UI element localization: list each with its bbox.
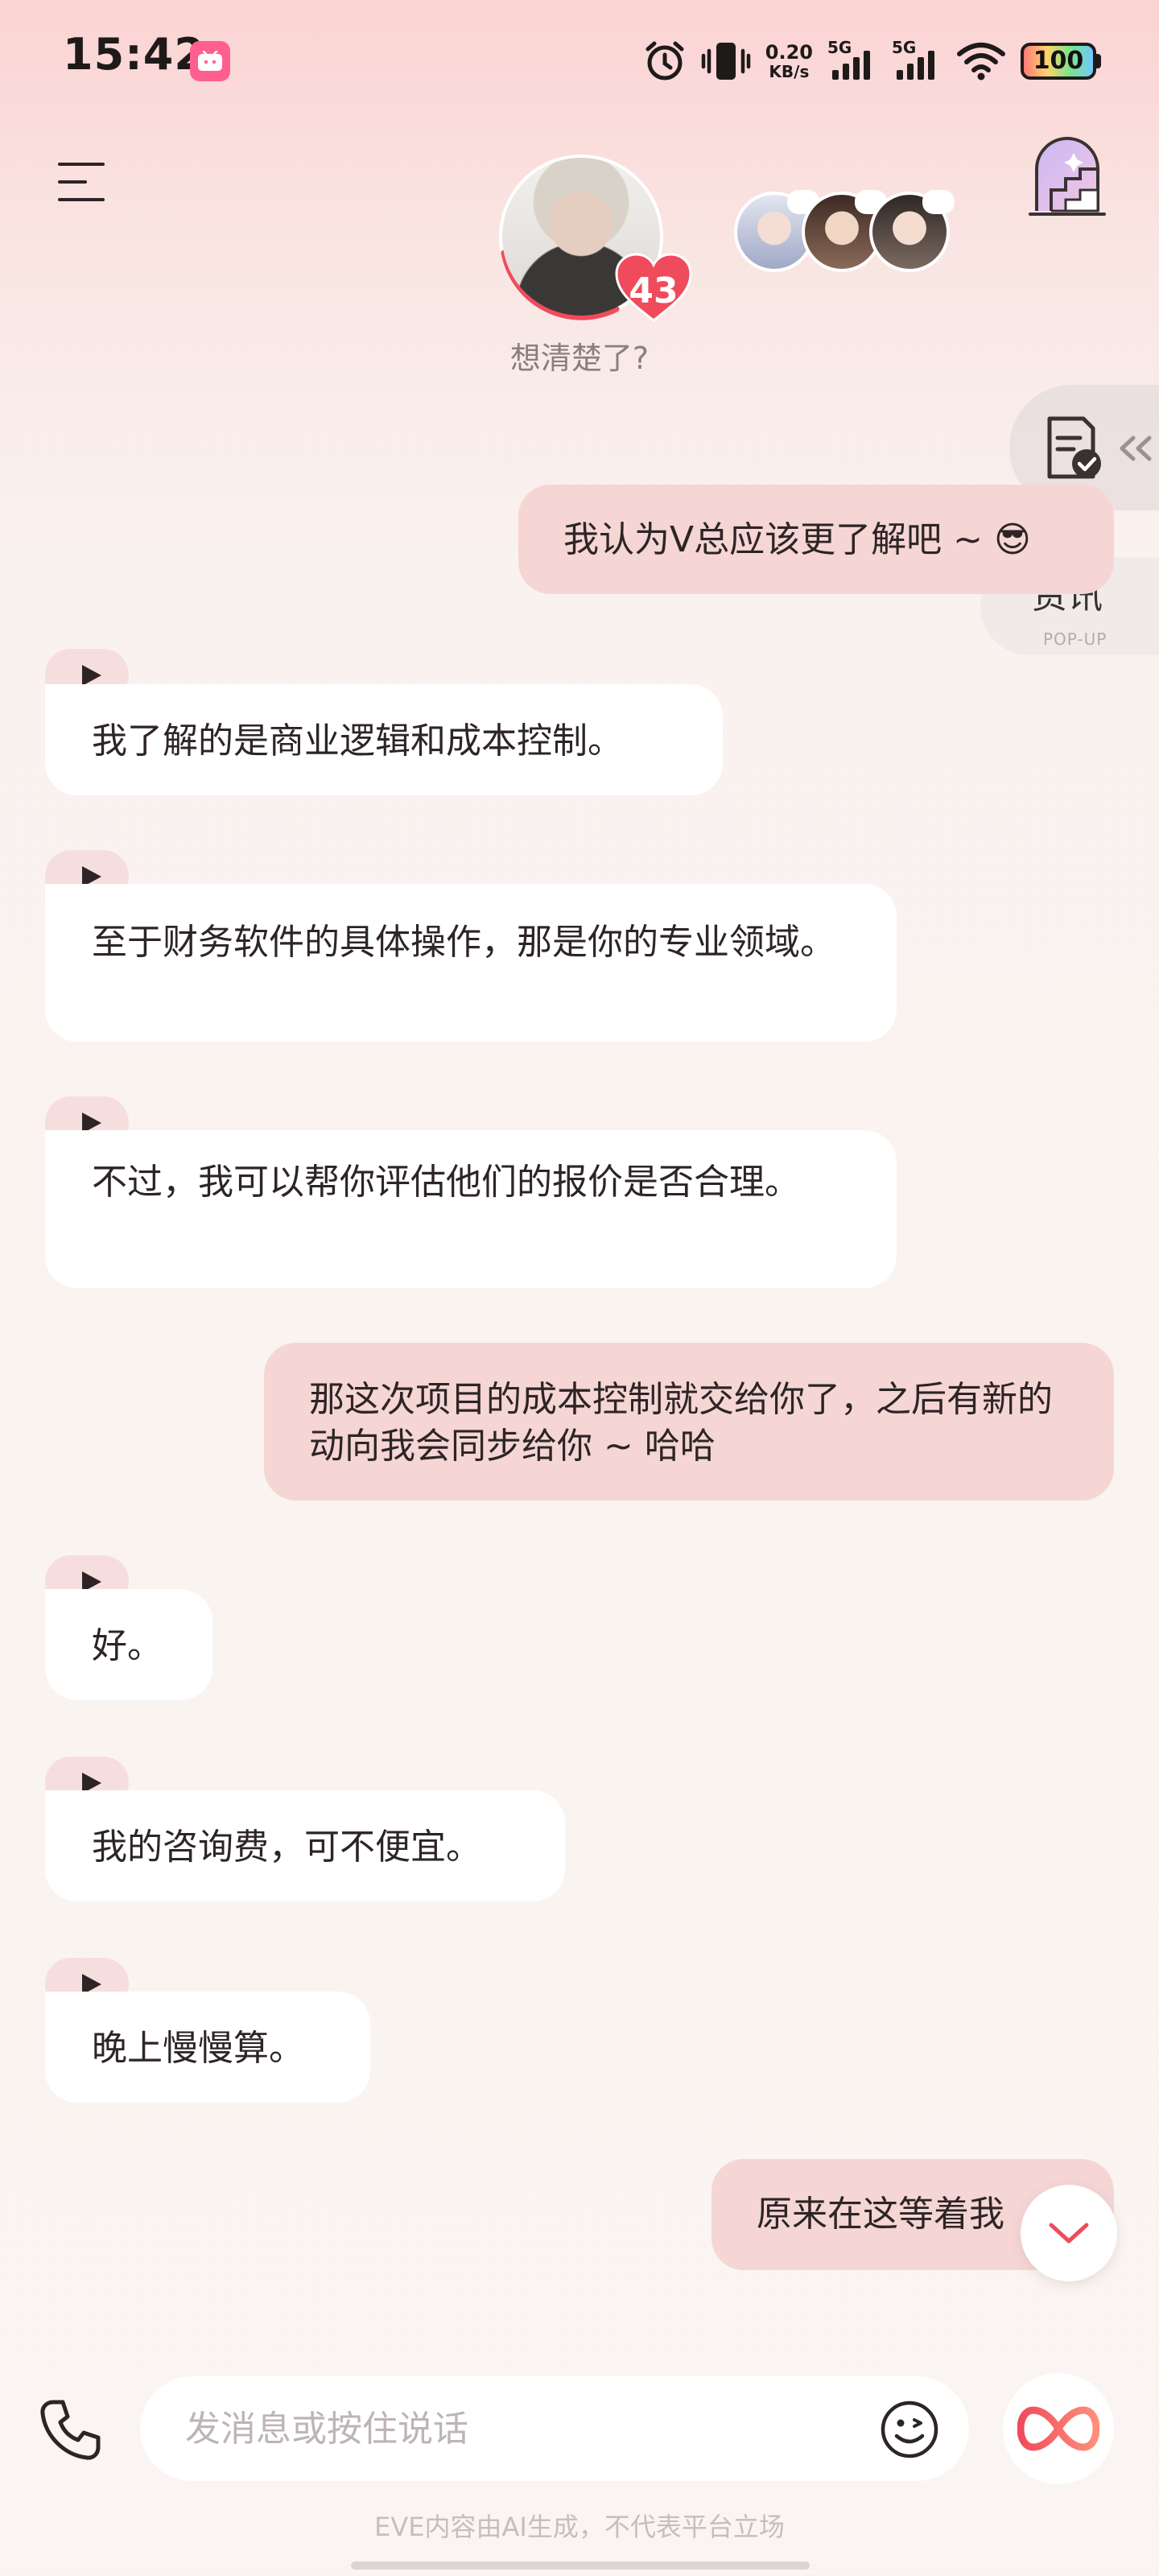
chevron-down-icon bbox=[1049, 2223, 1089, 2244]
document-check-icon bbox=[1047, 416, 1101, 479]
assistant-message: 晚上慢慢算。 bbox=[45, 1992, 370, 2103]
character-status: 想清楚了? bbox=[509, 341, 650, 376]
status-icons: 0.20 KB/s 5G 5G 100 bbox=[643, 35, 1101, 87]
scroll-to-bottom-button[interactable] bbox=[1021, 2185, 1117, 2281]
assistant-message: 不过，我可以帮你评估他们的报价是否合理。 bbox=[45, 1130, 897, 1288]
status-time: 15:42 bbox=[63, 29, 205, 80]
alarm-icon bbox=[645, 41, 684, 80]
status-bar: 15:42 0.20 KB/s 5G 5G 100 bbox=[0, 0, 1159, 121]
user-message: 那这次项目的成本控制就交给你了，之后有新的动向我会同步给你 ~ 哈哈 bbox=[264, 1343, 1114, 1501]
voice-call-button[interactable] bbox=[37, 2396, 105, 2463]
affinity-heart-badge: 43 bbox=[615, 253, 692, 324]
battery-icon: 100 bbox=[1021, 43, 1101, 80]
user-message: 我认为V总应该更了解吧 ~ 😎 bbox=[518, 485, 1114, 594]
message-input[interactable] bbox=[140, 2376, 969, 2481]
menu-icon bbox=[58, 163, 105, 201]
phone-icon bbox=[40, 2400, 101, 2460]
signal-5g-2: 5G bbox=[892, 38, 942, 83]
ai-mode-button[interactable] bbox=[1003, 2373, 1114, 2484]
stairs-door-button[interactable] bbox=[1027, 134, 1107, 222]
battery-level: 100 bbox=[1033, 47, 1084, 75]
companion-avatar[interactable] bbox=[869, 190, 955, 272]
ai-disclaimer: EVE内容由AI生成，不代表平台立场 bbox=[374, 2512, 785, 2542]
bilibili-app-icon bbox=[190, 41, 230, 81]
net-speed: 0.20 KB/s bbox=[765, 42, 813, 80]
character-profile[interactable]: 43 bbox=[496, 151, 692, 322]
net-speed-value: 0.20 bbox=[765, 41, 813, 64]
signal-bars-icon bbox=[832, 51, 870, 80]
collapse-arrows-icon bbox=[1120, 436, 1152, 461]
assistant-message: 我了解的是商业逻辑和成本控制。 bbox=[45, 684, 723, 795]
stairs-door-icon bbox=[1029, 137, 1106, 216]
assistant-message: 好。 bbox=[45, 1589, 212, 1700]
emoji-button[interactable] bbox=[879, 2399, 940, 2460]
signal-5g-1: 5G bbox=[827, 38, 877, 83]
menu-button[interactable] bbox=[56, 158, 113, 206]
news-sublabel: POP-UP bbox=[1043, 630, 1107, 649]
vibrate-icon bbox=[701, 43, 751, 80]
assistant-message: 至于财务软件的具体操作，那是你的专业领域。 bbox=[45, 884, 897, 1042]
emoji-icon bbox=[881, 2401, 938, 2458]
infinity-icon bbox=[1017, 2406, 1099, 2451]
companion-avatars[interactable] bbox=[734, 190, 955, 275]
signal-bars-icon bbox=[897, 51, 934, 80]
affinity-level: 43 bbox=[629, 270, 678, 312]
home-indicator[interactable] bbox=[351, 2562, 810, 2570]
wifi-icon bbox=[957, 43, 1005, 80]
assistant-message: 我的咨询费，可不便宜。 bbox=[45, 1790, 565, 1901]
net-speed-unit: KB/s bbox=[769, 62, 810, 81]
